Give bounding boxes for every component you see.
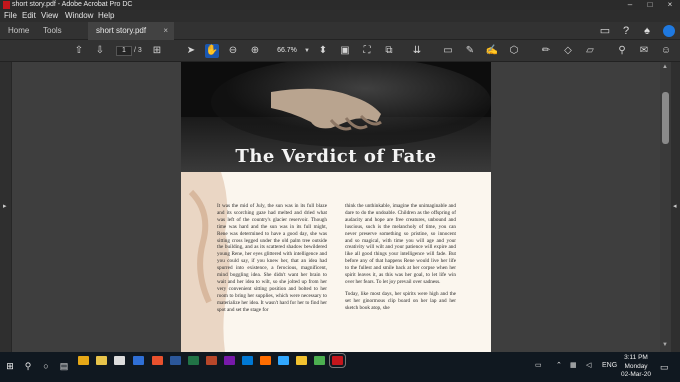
menu-file[interactable]: File <box>4 10 17 22</box>
acrobat-taskbar-icon[interactable] <box>329 353 346 368</box>
open-folder-icon[interactable]: ▱ <box>583 44 597 58</box>
text-column-2: think the unthinkable, imagine the unima… <box>345 203 456 312</box>
task-view-icon[interactable]: ▤ <box>58 360 70 372</box>
tab-document-label: short story.pdf <box>96 26 147 35</box>
photoshop-icon[interactable] <box>278 356 289 365</box>
clock-date: 02-Mar-20 <box>621 371 651 378</box>
tab-tools[interactable]: Tools <box>43 22 62 40</box>
main-toolbar: ⇧ ⇩ 1 / 3 ⊞ ➤ ✋ ⊖ ⊕ 66.7% ▼ ⬍ ▣ ⛶ ⧉ ⇊ ▭ … <box>0 40 680 62</box>
add-comment-icon[interactable]: ▭ <box>441 44 455 58</box>
tab-document[interactable]: short story.pdf × <box>88 22 174 40</box>
left-panel-toggle[interactable]: ▸ <box>0 62 12 352</box>
window-title: short story.pdf - Adobe Acrobat Pro DC <box>12 1 133 8</box>
title-bar: short story.pdf - Adobe Acrobat Pro DC –… <box>0 0 680 10</box>
highlight-pen-icon[interactable]: ✎ <box>463 44 477 58</box>
next-page-icon[interactable]: ⇩ <box>93 44 107 58</box>
excel-icon[interactable] <box>188 356 199 365</box>
page-total: / 3 <box>134 47 142 54</box>
right-panel-toggle[interactable]: ◂ <box>671 62 680 352</box>
paragraph-1: think the unthinkable, imagine the unima… <box>345 203 456 285</box>
eraser-icon[interactable]: ◇ <box>561 44 575 58</box>
scroll-mode-icon[interactable]: ⇊ <box>410 44 424 58</box>
paragraph-2: Today, like most days, her spirits were … <box>345 290 456 311</box>
acrobat-icon <box>3 1 10 9</box>
menu-help[interactable]: Help <box>98 10 114 22</box>
powerpoint-icon[interactable] <box>206 356 217 365</box>
system-clock[interactable]: 3:11 PM Monday 02-Mar-20 <box>618 354 654 380</box>
volume-icon[interactable]: ◁ <box>586 360 591 372</box>
zoom-level[interactable]: 66.7% <box>270 46 304 56</box>
expand-left-icon[interactable]: ▸ <box>3 202 7 210</box>
full-screen-icon[interactable]: ⛶ <box>360 44 374 58</box>
account-avatar[interactable] <box>663 25 675 37</box>
folder-icon[interactable] <box>96 356 107 365</box>
language-indicator[interactable]: ENG <box>602 360 617 372</box>
comment-bubble-icon[interactable]: ▭ <box>598 24 612 38</box>
store-icon[interactable] <box>114 356 125 365</box>
hand-tool-icon[interactable]: ✋ <box>205 44 219 58</box>
add-user-icon[interactable]: ☺ <box>659 44 673 58</box>
prev-page-icon[interactable]: ⇧ <box>72 44 86 58</box>
help-icon[interactable]: ? <box>619 24 633 38</box>
menu-view[interactable]: View <box>41 10 58 22</box>
onenote-icon[interactable] <box>224 356 235 365</box>
word-icon[interactable] <box>170 356 181 365</box>
email-icon[interactable]: ✉ <box>637 44 651 58</box>
document-viewport[interactable]: The Verdict of Fate It was the mid of Ju… <box>12 62 660 352</box>
pdf-page: The Verdict of Fate It was the mid of Ju… <box>181 62 491 352</box>
sign-icon[interactable]: ✍ <box>485 44 499 58</box>
start-icon[interactable]: ⊞ <box>4 360 16 372</box>
draw-pencil-icon[interactable]: ✏ <box>539 44 553 58</box>
sticky-notes-icon[interactable] <box>296 356 307 365</box>
menu-bar: File Edit View Window Help <box>0 10 680 22</box>
stamp-icon[interactable]: ⬡ <box>507 44 521 58</box>
page-number-input[interactable]: 1 <box>116 46 132 56</box>
scrollbar-thumb[interactable] <box>662 92 669 144</box>
search-icon[interactable]: ⚲ <box>22 360 34 372</box>
fit-width-icon[interactable]: ▣ <box>338 44 352 58</box>
tab-home[interactable]: Home <box>8 22 29 40</box>
network-icon[interactable]: ▦ <box>570 360 577 372</box>
zoom-out-icon[interactable]: ⊖ <box>226 44 240 58</box>
fit-page-icon[interactable]: ⬍ <box>316 44 330 58</box>
share-icon[interactable]: ⚲ <box>615 44 629 58</box>
windows-taskbar: ⊞ ⚲ ○ ▤ ▭ ⌃ ▦ ◁ ENG 3:11 PM Monday 02-Ma… <box>0 352 680 382</box>
clock-time: 3:11 PM <box>624 354 648 361</box>
outlook-icon[interactable] <box>242 356 253 365</box>
close-window-button[interactable]: × <box>660 0 680 10</box>
expand-right-icon[interactable]: ◂ <box>673 202 677 210</box>
scroll-up-icon[interactable]: ▲ <box>662 64 668 70</box>
paint-icon[interactable] <box>152 356 163 365</box>
select-cursor-icon[interactable]: ➤ <box>184 44 198 58</box>
minimize-button[interactable]: – <box>620 0 640 10</box>
zoom-in-icon[interactable]: ⊕ <box>248 44 262 58</box>
tab-bar: Home Tools short story.pdf × ▭ ? ♠ <box>0 22 680 40</box>
page-thumbnails-icon[interactable]: ⊞ <box>150 44 164 58</box>
chrome-icon[interactable] <box>314 356 325 365</box>
menu-window[interactable]: Window <box>65 10 93 22</box>
close-tab-icon[interactable]: × <box>163 22 168 40</box>
action-center-icon[interactable]: ▭ <box>660 361 669 373</box>
document-title: The Verdict of Fate <box>235 146 437 167</box>
menu-edit[interactable]: Edit <box>22 10 36 22</box>
notification-bell-icon[interactable]: ♠ <box>640 24 654 38</box>
cortana-icon[interactable]: ○ <box>40 360 52 372</box>
file-explorer-icon[interactable] <box>78 356 89 365</box>
mail-icon[interactable] <box>133 356 144 365</box>
clock-day: Monday <box>624 362 648 370</box>
zoom-dropdown-icon[interactable]: ▼ <box>304 46 310 56</box>
text-column-1: It was the mid of July, the sun was in i… <box>217 203 327 313</box>
scroll-down-icon[interactable]: ▼ <box>662 342 668 348</box>
illustrator-icon[interactable] <box>260 356 271 365</box>
rotate-icon[interactable]: ⧉ <box>382 44 396 58</box>
vertical-scrollbar[interactable]: ▲ ▼ <box>660 62 671 352</box>
tray-arrow-icon[interactable]: ⌃ <box>556 360 562 372</box>
monitor-icon[interactable]: ▭ <box>535 360 542 372</box>
maximize-button[interactable]: □ <box>640 0 660 10</box>
